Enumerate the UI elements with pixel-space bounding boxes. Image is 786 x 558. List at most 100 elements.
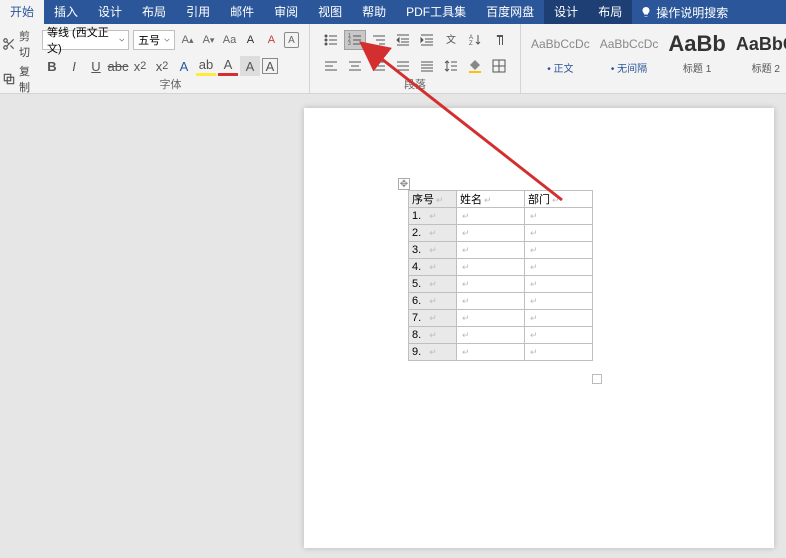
table-cell[interactable]: ↵ bbox=[525, 276, 593, 293]
tell-me-search[interactable]: 操作说明搜索 bbox=[640, 4, 728, 21]
tab-design[interactable]: 设计 bbox=[88, 0, 132, 24]
copy-button[interactable]: 复制 bbox=[2, 63, 30, 95]
table-cell[interactable]: 7.↵ bbox=[409, 310, 457, 327]
table-cell[interactable]: ↵ bbox=[525, 259, 593, 276]
shrink-font-button[interactable]: A▾ bbox=[200, 30, 217, 50]
subscript-button[interactable]: x2 bbox=[130, 56, 150, 76]
font-size-select[interactable]: 五号 bbox=[133, 30, 175, 50]
char-border-button[interactable]: A bbox=[262, 58, 278, 74]
tab-table-design[interactable]: 设计 bbox=[544, 0, 588, 24]
clear-format-button[interactable]: A bbox=[263, 30, 280, 50]
align-right-button[interactable] bbox=[368, 56, 390, 76]
decrease-indent-button[interactable] bbox=[392, 30, 414, 50]
italic-button[interactable]: I bbox=[64, 56, 84, 76]
table-cell[interactable]: 9.↵ bbox=[409, 344, 457, 361]
font-color-button[interactable]: A bbox=[218, 56, 238, 76]
highlight-button[interactable]: ab bbox=[196, 56, 216, 76]
table-cell[interactable]: 5.↵ bbox=[409, 276, 457, 293]
style-heading1[interactable]: AaBb 标题 1 bbox=[668, 30, 725, 91]
asian-layout-button[interactable]: 文 bbox=[440, 30, 462, 50]
align-justify-button[interactable] bbox=[392, 56, 414, 76]
table-resize-handle[interactable] bbox=[592, 374, 602, 384]
underline-button[interactable]: U bbox=[86, 56, 106, 76]
superscript-button[interactable]: x2 bbox=[152, 56, 172, 76]
tab-review[interactable]: 审阅 bbox=[264, 0, 308, 24]
borders-button[interactable] bbox=[488, 56, 510, 76]
tab-help[interactable]: 帮助 bbox=[352, 0, 396, 24]
style-heading2[interactable]: AaBbC 标题 2 bbox=[736, 30, 786, 91]
tell-me-label: 操作说明搜索 bbox=[656, 4, 728, 21]
tab-reference[interactable]: 引用 bbox=[176, 0, 220, 24]
style-preview: AaBbCcDc bbox=[600, 30, 659, 58]
document-page[interactable]: ✥ 序号↵ 姓名↵ 部门↵ 1.↵ ↵ ↵ 2.↵ ↵ ↵ 3.↵ ↵ ↵ bbox=[304, 108, 774, 548]
numbering-button[interactable]: 123 bbox=[344, 30, 366, 50]
table-cell[interactable]: 3.↵ bbox=[409, 242, 457, 259]
grow-font-button[interactable]: A▴ bbox=[179, 30, 196, 50]
table-cell[interactable]: ↵ bbox=[457, 259, 525, 276]
style-no-spacing[interactable]: AaBbCcDc • 无间隔 bbox=[600, 30, 659, 91]
table-cell[interactable]: ↵ bbox=[457, 208, 525, 225]
svg-text:文: 文 bbox=[446, 33, 456, 46]
chevron-down-icon bbox=[164, 37, 170, 43]
table-cell[interactable]: ↵ bbox=[457, 327, 525, 344]
table-cell[interactable]: ↵ bbox=[457, 225, 525, 242]
align-distribute-button[interactable] bbox=[416, 56, 438, 76]
table-cell[interactable]: 4.↵ bbox=[409, 259, 457, 276]
table-header-cell[interactable]: 部门↵ bbox=[525, 191, 593, 208]
table-cell[interactable]: 6.↵ bbox=[409, 293, 457, 310]
align-center-button[interactable] bbox=[344, 56, 366, 76]
table-cell[interactable]: 8.↵ bbox=[409, 327, 457, 344]
copy-label: 复制 bbox=[19, 63, 30, 95]
table-cell[interactable]: 2.↵ bbox=[409, 225, 457, 242]
change-case-button[interactable]: Aa bbox=[221, 30, 238, 50]
style-normal[interactable]: AaBbCcDc • 正文 bbox=[531, 30, 590, 91]
phonetic-button[interactable]: A bbox=[242, 30, 259, 50]
table-cell[interactable]: ↵ bbox=[457, 276, 525, 293]
table-cell[interactable]: ↵ bbox=[525, 310, 593, 327]
tab-start[interactable]: 开始 bbox=[0, 0, 44, 24]
strikethrough-button[interactable]: abc bbox=[108, 56, 128, 76]
table-cell[interactable]: ↵ bbox=[525, 327, 593, 344]
style-label: • 正文 bbox=[531, 60, 590, 75]
table-cell[interactable]: ↵ bbox=[525, 344, 593, 361]
font-name-select[interactable]: 等线 (西文正文) bbox=[42, 30, 129, 50]
table-cell[interactable]: ↵ bbox=[525, 293, 593, 310]
table-cell[interactable]: ↵ bbox=[525, 208, 593, 225]
tab-pdf[interactable]: PDF工具集 bbox=[396, 0, 476, 24]
table-cell[interactable]: ↵ bbox=[525, 225, 593, 242]
tab-baidu[interactable]: 百度网盘 bbox=[476, 0, 544, 24]
table-cell[interactable]: ↵ bbox=[457, 242, 525, 259]
table-header-cell[interactable]: 姓名↵ bbox=[457, 191, 525, 208]
show-marks-button[interactable] bbox=[488, 30, 510, 50]
tab-mail[interactable]: 邮件 bbox=[220, 0, 264, 24]
tab-layout[interactable]: 布局 bbox=[132, 0, 176, 24]
tab-insert[interactable]: 插入 bbox=[44, 0, 88, 24]
table-anchor-handle[interactable]: ✥ bbox=[398, 178, 410, 190]
enclose-button[interactable]: A bbox=[284, 32, 299, 48]
clipboard-group: 剪切 复制 格式刷 bbox=[0, 24, 32, 93]
tab-view[interactable]: 视图 bbox=[308, 0, 352, 24]
document-table[interactable]: 序号↵ 姓名↵ 部门↵ 1.↵ ↵ ↵ 2.↵ ↵ ↵ 3.↵ ↵ ↵ 4.↵ bbox=[408, 190, 593, 361]
cut-button[interactable]: 剪切 bbox=[2, 28, 30, 60]
text-effects-button[interactable]: A bbox=[174, 56, 194, 76]
bold-button[interactable]: B bbox=[42, 56, 62, 76]
table-header-row: 序号↵ 姓名↵ 部门↵ bbox=[409, 191, 593, 208]
table-header-cell[interactable]: 序号↵ bbox=[409, 191, 457, 208]
table-cell[interactable]: ↵ bbox=[457, 310, 525, 327]
table-cell[interactable]: ↵ bbox=[457, 293, 525, 310]
line-spacing-button[interactable] bbox=[440, 56, 462, 76]
table-cell[interactable]: ↵ bbox=[457, 344, 525, 361]
table-cell[interactable]: ↵ bbox=[525, 242, 593, 259]
char-shading-button[interactable]: A bbox=[240, 56, 260, 76]
shading-button[interactable] bbox=[464, 56, 486, 76]
bullets-button[interactable] bbox=[320, 30, 342, 50]
increase-indent-button[interactable] bbox=[416, 30, 438, 50]
sort-button[interactable]: AZ bbox=[464, 30, 486, 50]
table-cell[interactable]: 1.↵ bbox=[409, 208, 457, 225]
multilevel-list-button[interactable] bbox=[368, 30, 390, 50]
chevron-down-icon bbox=[119, 37, 125, 43]
svg-text:Z: Z bbox=[469, 41, 473, 47]
align-left-button[interactable] bbox=[320, 56, 342, 76]
tab-table-layout[interactable]: 布局 bbox=[588, 0, 632, 24]
style-label: 标题 1 bbox=[668, 60, 725, 75]
